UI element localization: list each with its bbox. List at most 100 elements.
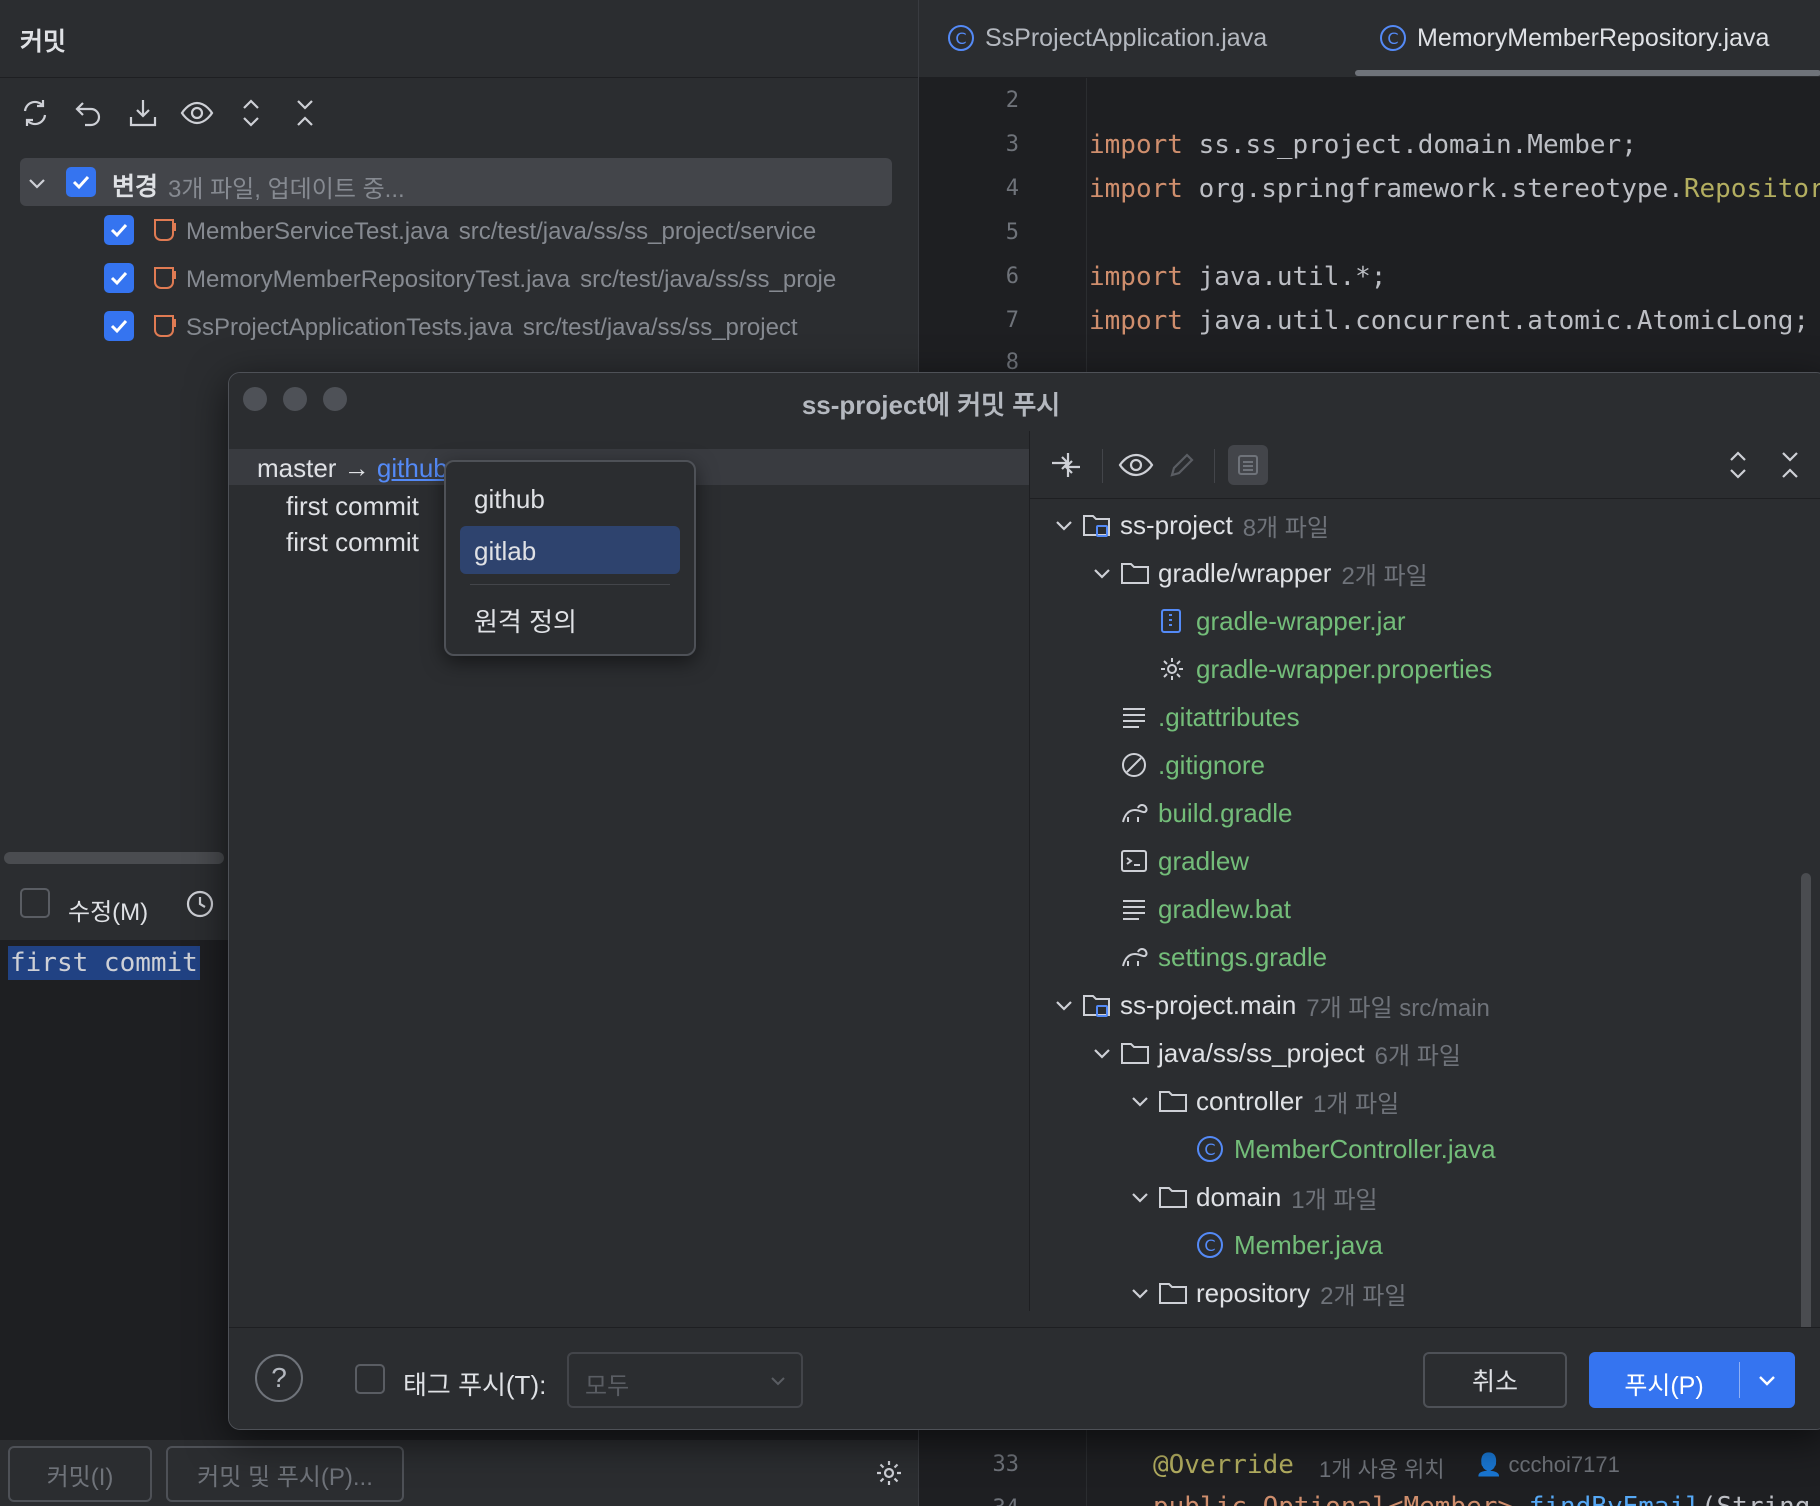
commit-footer: 커밋(I) 커밋 및 푸시(P)...: [0, 1440, 918, 1506]
tree-node[interactable]: .gitignore: [1092, 745, 1265, 785]
commit-message-text[interactable]: first commit: [8, 946, 200, 980]
tree-node[interactable]: domain 1개 파일: [1130, 1177, 1378, 1217]
define-remote-option[interactable]: 원격 정의: [460, 592, 680, 640]
remote-branch-link[interactable]: github: [377, 453, 448, 483]
line-number: 5: [1005, 220, 1019, 245]
edit-pencil-icon[interactable]: [1162, 445, 1202, 485]
tree-node-label: gradlew: [1158, 845, 1250, 876]
refresh-icon[interactable]: [18, 96, 52, 130]
module-folder-icon: [1082, 991, 1116, 1019]
tab-ssprojectapplication[interactable]: C SsProjectApplication.java: [947, 18, 1267, 58]
tree-node[interactable]: repository 2개 파일: [1130, 1273, 1406, 1311]
dialog-footer: ? 태그 푸시(T): 모두 취소 푸시(P): [229, 1327, 1820, 1429]
commit-entry[interactable]: first commit: [286, 491, 419, 522]
class-icon: C: [1196, 1135, 1230, 1163]
chevron-down-icon[interactable]: [1092, 1043, 1120, 1063]
file-checkbox[interactable]: [104, 311, 134, 341]
shelve-icon[interactable]: [126, 96, 160, 130]
line-number: 2: [1005, 88, 1019, 113]
changes-checkbox[interactable]: [66, 167, 96, 197]
line-number: 34: [969, 1496, 1020, 1506]
diff-arrows-icon[interactable]: [1046, 445, 1086, 485]
tree-node[interactable]: C Member.java: [1168, 1225, 1383, 1265]
chevron-down-icon[interactable]: [1092, 563, 1120, 583]
push-button-label: 푸시(P): [1624, 1372, 1704, 1400]
code-line[interactable]: import ss.ss_project.domain.Member;: [1089, 130, 1637, 160]
tree-node-label: .gitignore: [1158, 749, 1265, 780]
tree-node[interactable]: ss-project.main 7개 파일 src/main: [1054, 985, 1490, 1025]
tree-node[interactable]: gradle/wrapper 2개 파일: [1092, 553, 1428, 593]
push-button[interactable]: 푸시(P): [1589, 1352, 1795, 1408]
tree-node-label: gradle-wrapper.properties: [1196, 653, 1493, 684]
test-file-icon: [154, 267, 176, 289]
horizontal-scrollbar[interactable]: [4, 852, 224, 864]
tree-node[interactable]: gradle-wrapper.properties: [1130, 649, 1492, 689]
tree-node[interactable]: java/ss/ss_project 6개 파일: [1092, 1033, 1461, 1073]
chevron-down-icon[interactable]: [1130, 1187, 1158, 1207]
tree-node[interactable]: build.gradle: [1092, 793, 1292, 833]
collapse-all-icon[interactable]: [1770, 445, 1810, 485]
commit-toolbar: [18, 96, 322, 132]
eye-icon[interactable]: [180, 96, 214, 130]
tab-label: MemoryMemberRepository.java: [1417, 23, 1770, 52]
line-number: 33: [992, 1452, 1020, 1477]
help-button[interactable]: ?: [255, 1354, 303, 1402]
tree-node-label: Member.java: [1234, 1229, 1383, 1260]
author-hint[interactable]: 👤 ccchoi7171: [1475, 1452, 1620, 1478]
tree-node-label: gradle/wrapper: [1158, 557, 1332, 588]
changed-file-row[interactable]: SsProjectApplicationTests.java src/test/j…: [104, 306, 918, 346]
folder-icon: [1120, 560, 1154, 586]
tag-push-select[interactable]: 모두: [567, 1352, 803, 1408]
chevron-down-icon[interactable]: [1130, 1091, 1158, 1111]
file-checkbox[interactable]: [104, 263, 134, 293]
amend-label[interactable]: 수정(M): [68, 892, 148, 927]
commit-entry[interactable]: first commit: [286, 527, 419, 558]
user-icon: 👤: [1475, 1452, 1509, 1477]
usage-hint[interactable]: 1개 사용 위치: [1319, 1452, 1445, 1484]
clock-icon[interactable]: [184, 888, 216, 920]
code-line[interactable]: public Optional<Member> findByEmail(Stri…: [1153, 1492, 1810, 1506]
cancel-button[interactable]: 취소: [1423, 1352, 1567, 1408]
tree-node[interactable]: settings.gradle: [1092, 937, 1327, 977]
rollback-icon[interactable]: [72, 96, 106, 130]
chevron-down-icon[interactable]: [1054, 995, 1082, 1015]
tree-node[interactable]: .gitattributes: [1092, 697, 1300, 737]
chevron-down-icon[interactable]: [1755, 1368, 1779, 1392]
folder-icon: [1158, 1088, 1192, 1114]
terminal-icon: [1120, 848, 1154, 874]
chevron-down-icon[interactable]: [1130, 1283, 1158, 1303]
code-line[interactable]: import java.util.*;: [1089, 262, 1386, 292]
file-checkbox[interactable]: [104, 215, 134, 245]
collapse-all-icon[interactable]: [288, 96, 322, 130]
remote-option-github[interactable]: github: [460, 474, 680, 522]
commit-button[interactable]: 커밋(I): [8, 1446, 152, 1502]
code-line[interactable]: import java.util.concurrent.atomic.Atomi…: [1089, 306, 1809, 336]
eye-icon[interactable]: [1116, 445, 1156, 485]
tree-node[interactable]: C MemberController.java: [1168, 1129, 1496, 1169]
chevron-down-icon[interactable]: [1054, 515, 1082, 535]
tree-node[interactable]: gradlew.bat: [1092, 889, 1291, 929]
tag-push-label[interactable]: 태그 푸시(T):: [403, 1365, 546, 1402]
gear-icon[interactable]: [874, 1458, 904, 1488]
commit-and-push-button[interactable]: 커밋 및 푸시(P)...: [166, 1446, 404, 1502]
test-file-icon: [154, 315, 176, 337]
amend-checkbox[interactable]: [20, 888, 50, 918]
tag-push-checkbox[interactable]: [355, 1364, 385, 1394]
tree-node[interactable]: controller 1개 파일: [1130, 1081, 1399, 1121]
chevron-down-icon[interactable]: [26, 172, 48, 194]
changes-group-row[interactable]: 변경 3개 파일, 업데이트 중...: [20, 158, 892, 206]
tree-node-label: .gitattributes: [1158, 701, 1300, 732]
tree-node[interactable]: gradle-wrapper.jar: [1130, 601, 1406, 641]
expand-all-icon[interactable]: [1718, 445, 1758, 485]
changed-file-row[interactable]: MemberServiceTest.java src/test/java/ss/s…: [104, 210, 918, 250]
expand-all-icon[interactable]: [234, 96, 268, 130]
tree-node[interactable]: gradlew: [1092, 841, 1249, 881]
code-line[interactable]: @Override: [1153, 1450, 1294, 1480]
tree-node[interactable]: ss-project 8개 파일: [1054, 505, 1329, 545]
code-line[interactable]: import org.springframework.stereotype.Re…: [1089, 174, 1820, 204]
changed-file-row[interactable]: MemoryMemberRepositoryTest.java src/test/…: [104, 258, 918, 298]
grouping-icon[interactable]: [1228, 445, 1268, 485]
svg-text:C: C: [1204, 1236, 1215, 1255]
remote-option-gitlab[interactable]: gitlab: [460, 526, 680, 574]
tab-memorymemberrepository[interactable]: C MemoryMemberRepository.java: [1379, 18, 1769, 58]
